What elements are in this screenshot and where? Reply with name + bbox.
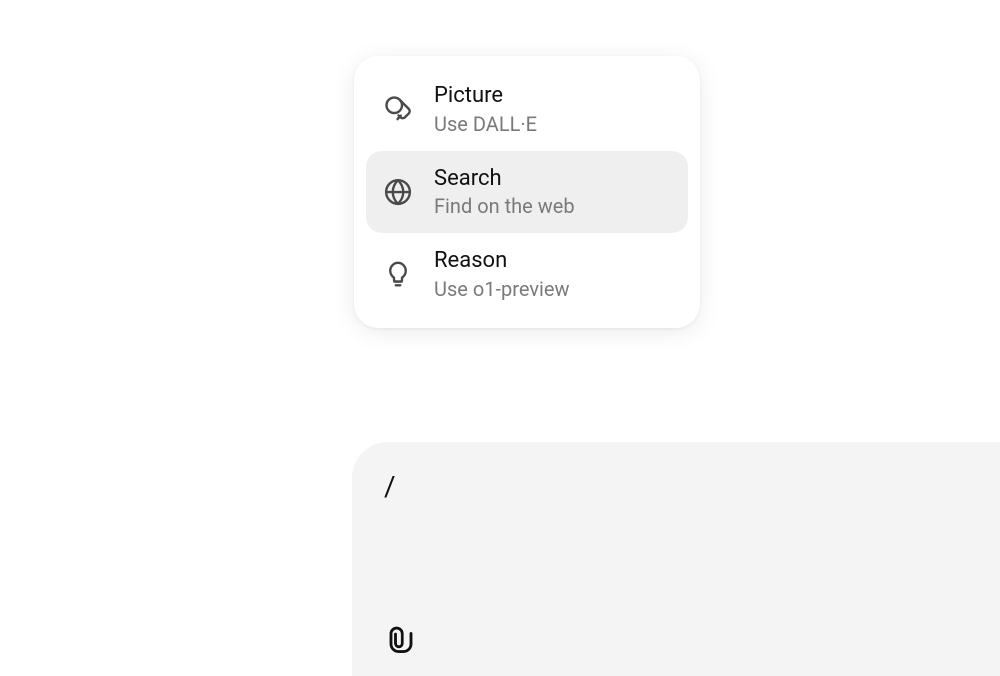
- message-input-text[interactable]: /: [384, 470, 970, 622]
- menu-item-text: Picture Use DALL·E: [434, 82, 537, 137]
- menu-item-title: Reason: [434, 247, 570, 275]
- menu-item-subtitle: Find on the web: [434, 193, 575, 219]
- menu-item-subtitle: Use DALL·E: [434, 111, 537, 137]
- menu-item-subtitle: Use o1-preview: [434, 276, 570, 302]
- menu-item-reason[interactable]: Reason Use o1-preview: [366, 233, 688, 316]
- menu-item-picture[interactable]: Picture Use DALL·E: [366, 68, 688, 151]
- menu-item-text: Reason Use o1-preview: [434, 247, 570, 302]
- paintbrush-icon: [382, 93, 414, 125]
- globe-icon: [382, 176, 414, 208]
- attach-button[interactable]: [384, 622, 418, 656]
- menu-item-title: Search: [434, 165, 575, 193]
- menu-item-title: Picture: [434, 82, 537, 110]
- paperclip-icon: [386, 624, 416, 654]
- input-toolbar: [384, 622, 970, 656]
- command-menu: Picture Use DALL·E Search Find on the we…: [354, 56, 700, 328]
- menu-item-search[interactable]: Search Find on the web: [366, 151, 688, 234]
- menu-item-text: Search Find on the web: [434, 165, 575, 220]
- message-input-area[interactable]: /: [352, 442, 1000, 676]
- lightbulb-icon: [382, 258, 414, 290]
